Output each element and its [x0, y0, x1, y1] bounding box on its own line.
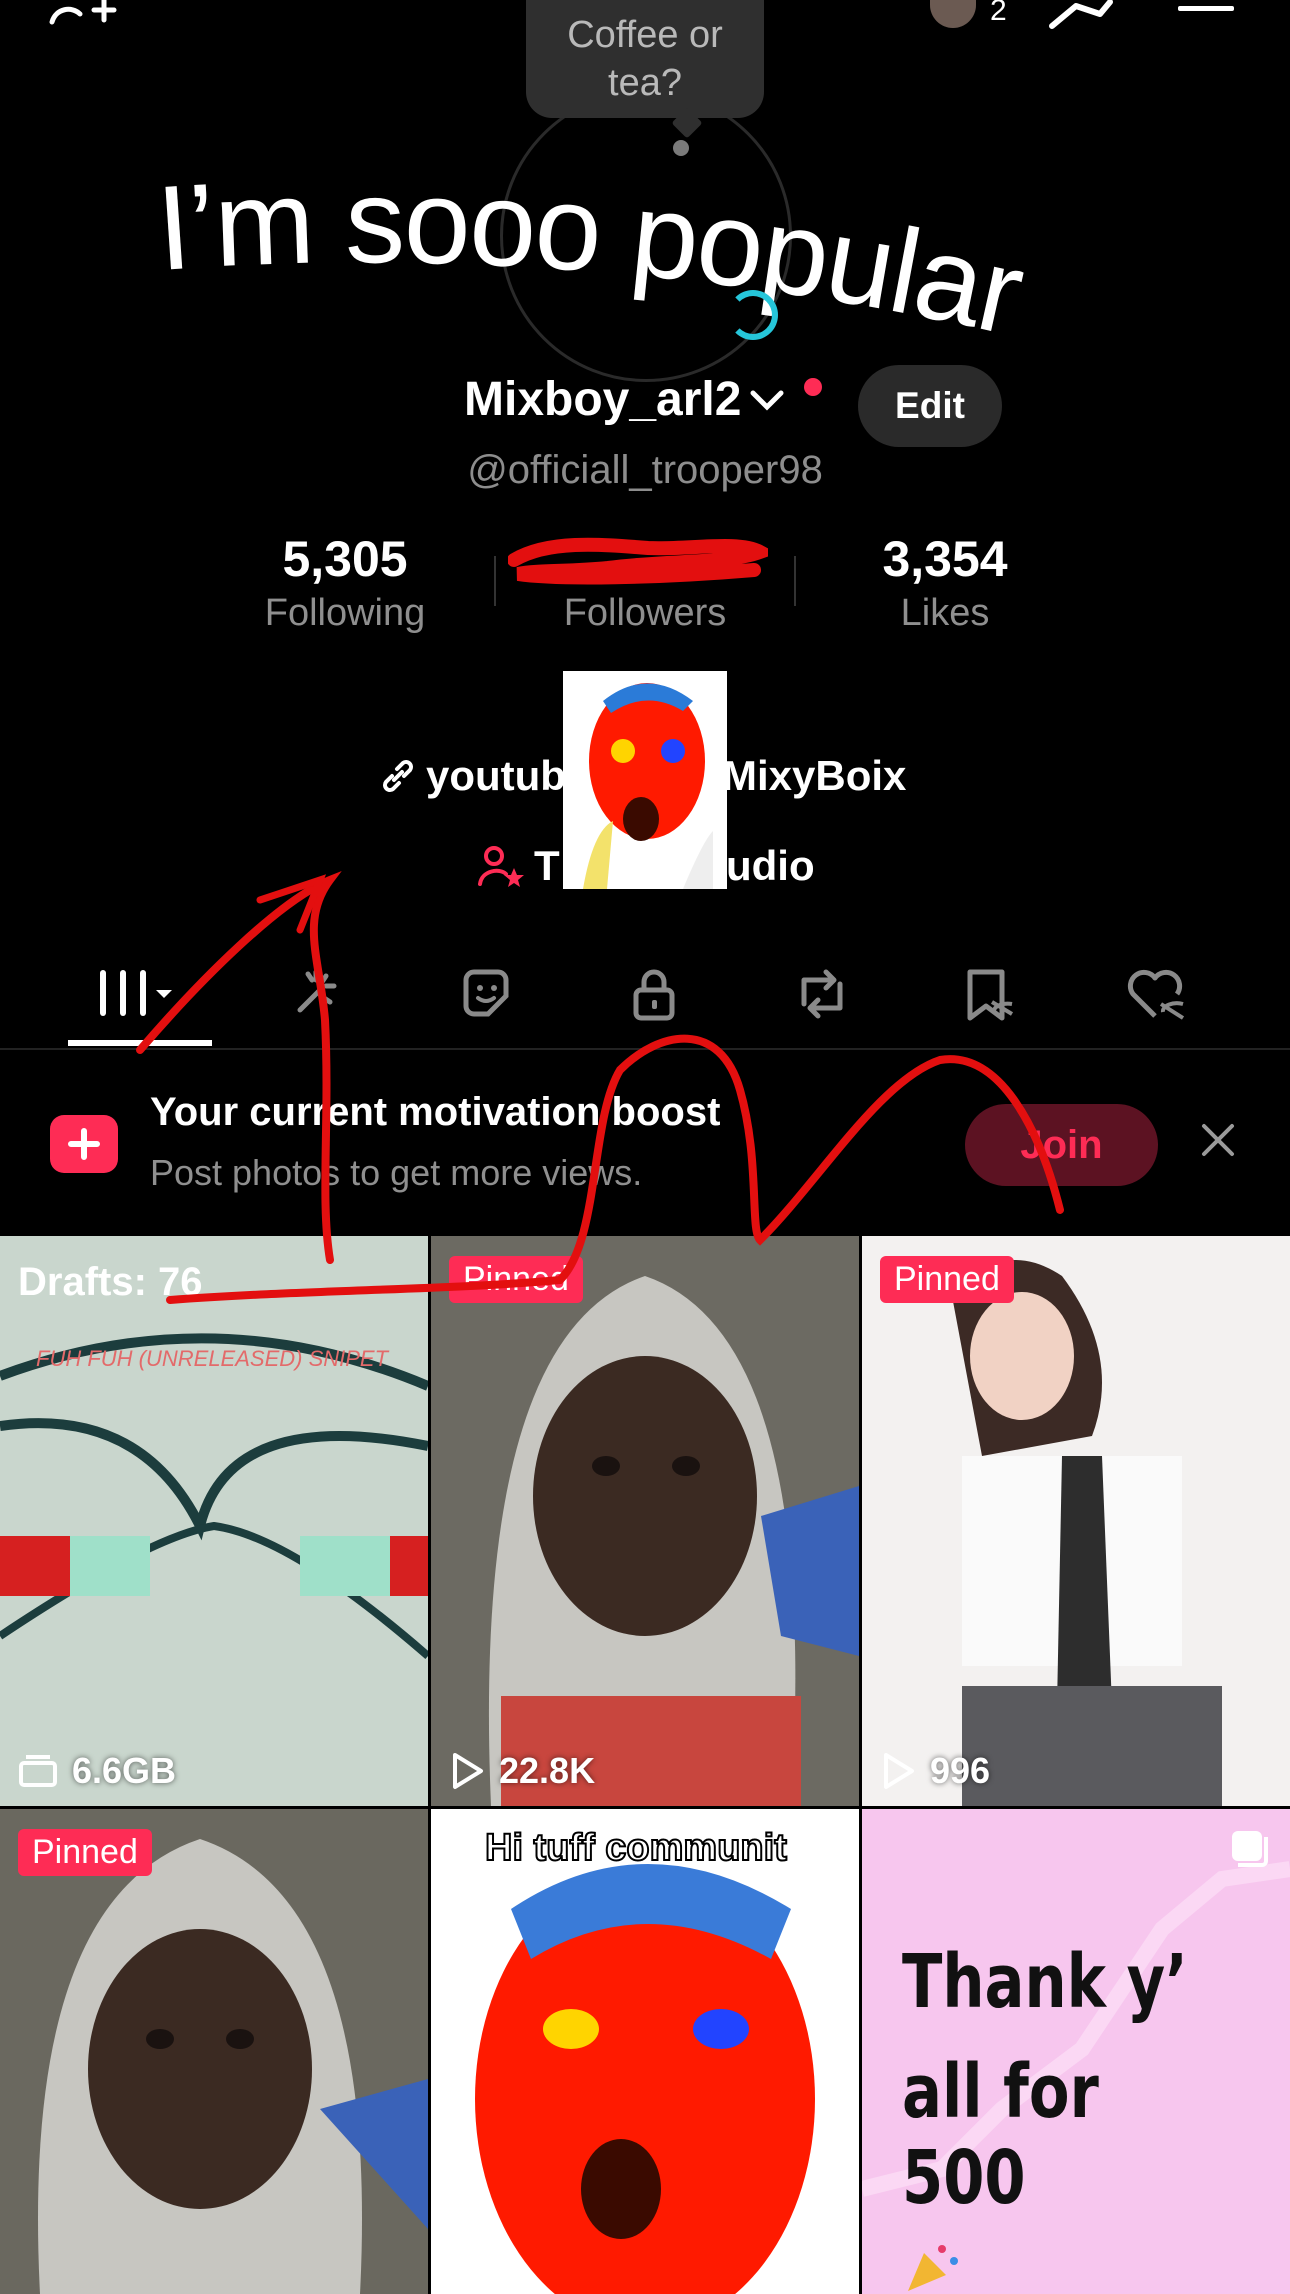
- stat-following[interactable]: 5,305 Following: [195, 530, 495, 635]
- grid-item-drafts[interactable]: FUH FUH (UNRELEASED) SNIPET Drafts: 76 6…: [0, 1236, 428, 1806]
- svg-text:I’m sooo popular: I’m sooo popular: [153, 154, 1033, 360]
- profile-name[interactable]: Mixboy_arl2: [464, 372, 787, 427]
- stat-following-label: Following: [264, 592, 426, 634]
- folder-icon: [19, 1755, 57, 1787]
- profile-handle: @officiall_trooper98: [467, 448, 823, 492]
- video-caption: Hi tuff communit: [484, 1826, 788, 1870]
- notification-count: 2: [990, 0, 1007, 27]
- scribble-redaction: [508, 537, 768, 585]
- grid-item-pinned-2[interactable]: Pinned 996: [862, 1236, 1290, 1806]
- chevron-down-icon[interactable]: [747, 385, 787, 415]
- play-icon: [453, 1753, 483, 1789]
- video-thumbnail: [0, 1809, 428, 2294]
- add-friend-icon[interactable]: [46, 0, 126, 30]
- menu-icon[interactable]: [1176, 0, 1236, 20]
- friend-avatar[interactable]: [930, 0, 976, 28]
- note-bubble[interactable]: Coffee or tea?: [526, 0, 764, 118]
- stat-likes[interactable]: 3,354 Likes: [795, 530, 1095, 635]
- video-thumbnail: [431, 1809, 859, 2294]
- grid-item-pinned-1[interactable]: Pinned 22.8K: [431, 1236, 859, 1806]
- stat-likes-label: Likes: [900, 592, 990, 634]
- ring-accent-cyan: [728, 290, 778, 340]
- stat-followers-label: Followers: [563, 592, 727, 634]
- share-icon[interactable]: [1046, 0, 1116, 30]
- pinned-badge: Pinned: [18, 1829, 152, 1876]
- view-count: 22.8K: [449, 1750, 595, 1792]
- grid-item-pinned-3[interactable]: Pinned: [0, 1809, 428, 2294]
- edit-profile-button[interactable]: Edit: [858, 365, 1002, 447]
- link-icon: [383, 760, 413, 792]
- ring-accent-red: [804, 378, 822, 396]
- grid-item-video-5[interactable]: Hi tuff communit: [431, 1809, 859, 2294]
- bio-link-right[interactable]: MixyBoix: [722, 752, 906, 800]
- photo-caption-line-2: all for 500: [902, 2049, 1099, 2221]
- red-scribble-overlay: [136, 870, 1064, 1304]
- drafts-caption: FUH FUH (UNRELEASED) SNIPET: [36, 1346, 389, 1371]
- photo-caption-line-1: Thank y’: [902, 1939, 1188, 2025]
- bio-link[interactable]: youtub: [378, 752, 566, 800]
- stat-following-value: 5,305: [282, 531, 408, 587]
- grid-item-photo-6[interactable]: Thank y’ all for 500: [862, 1809, 1290, 2294]
- stat-likes-value: 3,354: [882, 531, 1008, 587]
- bio-link-text-left: youtub: [426, 752, 566, 799]
- multi-photo-icon: [1232, 1831, 1268, 1867]
- play-icon: [884, 1753, 914, 1789]
- video-thumbnail: [862, 1236, 1290, 1806]
- party-popper-icon: [908, 2245, 958, 2291]
- drafts-size: 6.6GB: [18, 1750, 176, 1792]
- bio-link-text-right: MixyBoix: [722, 752, 907, 799]
- face-sticker-image: [563, 671, 727, 889]
- note-text: Coffee or tea?: [567, 14, 723, 104]
- video-thumbnail: [431, 1236, 859, 1806]
- drafts-thumbnail: [0, 1236, 428, 1806]
- view-count: 996: [880, 1750, 990, 1792]
